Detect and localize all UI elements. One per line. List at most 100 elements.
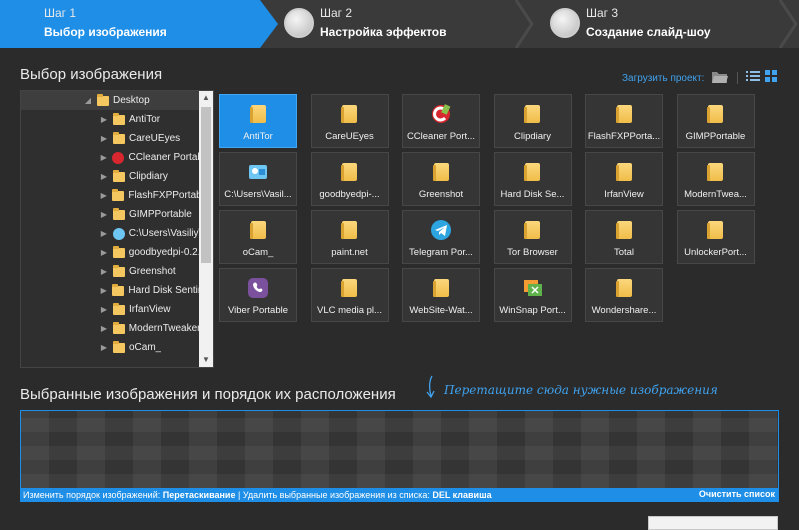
thumbnail-tile[interactable]: Total (585, 210, 663, 264)
expand-arrow-icon[interactable]: ▶ (99, 305, 109, 314)
tile-icon-wrap (337, 160, 363, 184)
expand-arrow-icon[interactable]: ▶ (99, 191, 108, 200)
tree-item-label: GIMPPortable (129, 209, 192, 220)
thumbnail-tile[interactable]: Clipdiary (493, 94, 572, 148)
folder-icon (524, 105, 540, 123)
folder-icon (112, 188, 125, 201)
tree-item[interactable]: ▶ goodbyedpi-0.2. (21, 243, 199, 262)
thumbnail-tile[interactable]: WinSnap Port... (493, 268, 572, 322)
expand-arrow-icon[interactable]: ▶ (99, 248, 109, 257)
folder-icon (707, 221, 723, 239)
folder-icon (112, 245, 125, 258)
folder-icon (615, 105, 632, 123)
thumbnail-tile[interactable]: Hard Disk Se... (493, 152, 572, 206)
tile-label: Wondershare... (591, 305, 657, 316)
folder-tree[interactable]: ◢ Desktop ▶ AntiTor ▶ CareUEyes ▶ CCleaner Po… (20, 90, 214, 368)
tree-item[interactable]: ▶ CareUEyes (21, 129, 199, 148)
tree-item[interactable]: ▶ GIMPPortable (21, 205, 199, 224)
thumbnail-tile[interactable]: ModernTwea... (676, 152, 755, 206)
thumbnail-tile[interactable]: Tor Browser (493, 210, 572, 264)
load-project-link[interactable]: Загрузить проект: (622, 73, 704, 84)
step-2-circle-icon (284, 8, 314, 38)
expand-arrow-icon[interactable]: ▶ (99, 343, 109, 352)
tree-item-label: AntiTor (129, 114, 161, 125)
step-2[interactable]: Шаг 2 Настройка эффектов (262, 0, 542, 48)
step-3[interactable]: Шаг 3 Создание слайд-шоу (528, 0, 799, 48)
tree-item[interactable]: ▶ Greenshot (21, 262, 199, 281)
tree-item[interactable]: ▶ CCleaner Portab (21, 148, 199, 167)
expand-arrow-icon[interactable]: ▶ (99, 115, 109, 124)
tree-item[interactable]: ▶ FlashFXPPortabl (21, 186, 199, 205)
tree-item[interactable]: ▶ Clipdiary (21, 167, 199, 186)
tile-label: goodbyedpi-... (319, 189, 380, 200)
thumbnail-tile[interactable]: C:\Users\Vasil... (219, 152, 297, 206)
thumbnail-tile[interactable]: oCam_ (219, 210, 297, 264)
thumbnail-tile[interactable]: Telegram Por... (402, 210, 480, 264)
tree-item[interactable]: ▶ oCam_ (21, 338, 199, 357)
winsnap-icon (523, 280, 542, 296)
tile-icon-wrap (703, 102, 729, 126)
delete-label: Удалить выбранные изображения из списка: (242, 490, 430, 500)
expand-arrow-icon[interactable]: ▶ (99, 229, 109, 238)
open-folder-icon[interactable] (711, 70, 729, 84)
thumbnail-tile[interactable]: CCleaner Port... (402, 94, 480, 148)
next-button[interactable] (648, 516, 778, 530)
tree-item[interactable]: ▶ C:\Users\Vasiliy\ (21, 224, 199, 243)
thumbnail-tile[interactable]: AntiTor (219, 94, 297, 148)
scroll-down-icon[interactable]: ▼ (199, 353, 213, 367)
folder-icon (524, 221, 540, 239)
thumbnail-tile[interactable]: WebSite-Wat... (402, 268, 480, 322)
tree-vertical-scrollbar[interactable]: ▲ ▼ (199, 91, 213, 367)
grid-view-icon[interactable] (765, 70, 777, 82)
tile-icon-wrap (245, 276, 271, 300)
thumbnail-tile[interactable]: CareUEyes (310, 94, 389, 148)
thumbnail-tile[interactable]: Greenshot (402, 152, 480, 206)
tile-label: C:\Users\Vasil... (224, 189, 292, 200)
thumbnail-tile[interactable]: GIMPPortable (676, 94, 755, 148)
collapse-arrow-icon[interactable]: ◢ (83, 96, 93, 105)
thumbnail-tile[interactable]: goodbyedpi-... (310, 152, 389, 206)
expand-arrow-icon[interactable]: ▶ (99, 172, 109, 181)
expand-arrow-icon[interactable]: ▶ (99, 210, 109, 219)
tree-item[interactable]: ▶ IrfanView (21, 300, 199, 319)
tree-item-desktop[interactable]: ◢ Desktop (21, 91, 199, 110)
tree-item-label: Greenshot (129, 266, 176, 277)
scrollbar-thumb[interactable] (201, 107, 211, 263)
expand-arrow-icon[interactable]: ▶ (99, 153, 108, 162)
expand-arrow-icon[interactable]: ▶ (99, 134, 109, 143)
thumbnail-tile[interactable]: Wondershare... (585, 268, 663, 322)
expand-arrow-icon[interactable]: ▶ (99, 267, 109, 276)
tile-label: IrfanView (604, 189, 644, 200)
tile-label: Clipdiary (514, 131, 551, 142)
telegram-icon (431, 220, 451, 240)
step-1[interactable]: Шаг 1 Выбор изображения (0, 0, 278, 48)
tree-item-label: Desktop (113, 95, 150, 106)
thumbnail-tile[interactable]: IrfanView (585, 152, 663, 206)
tile-label: Tor Browser (507, 247, 558, 258)
thumbnail-tile[interactable]: VLC media pl... (310, 268, 389, 322)
status-bar: Изменить порядок изображений: Перетаскив… (20, 488, 779, 502)
scroll-up-icon[interactable]: ▲ (199, 91, 213, 105)
tile-label: Hard Disk Se... (500, 189, 565, 200)
ccleaner-icon (112, 151, 125, 164)
expand-arrow-icon[interactable]: ▶ (99, 324, 109, 333)
expand-arrow-icon[interactable]: ▶ (99, 286, 108, 295)
tile-label: GIMPPortable (685, 131, 746, 142)
tree-item[interactable]: ▶ AntiTor (21, 110, 199, 129)
tile-label: Greenshot (418, 189, 464, 200)
thumbnail-tile[interactable]: UnlockerPort... (676, 210, 755, 264)
list-view-icon[interactable] (746, 70, 760, 82)
thumbnail-tile[interactable]: paint.net (310, 210, 389, 264)
tree-item[interactable]: ▶ Hard Disk Sentin (21, 281, 199, 300)
selected-images-drop-zone[interactable] (20, 410, 779, 488)
thumbnail-tile[interactable]: FlashFXPPorta... (585, 94, 663, 148)
tree-item[interactable]: ▶ ModernTweaker (21, 319, 199, 338)
tile-label: CareUEyes (325, 131, 374, 142)
folder-icon (113, 169, 125, 182)
status-separator: | (235, 490, 243, 500)
thumbnail-tile[interactable]: Viber Portable (219, 268, 297, 322)
step-1-title: Выбор изображения (44, 25, 167, 39)
clear-list-button[interactable]: Очистить список (699, 489, 775, 499)
drag-hint: Перетащите сюда нужные изображения (444, 383, 718, 397)
down-arrow-icon (426, 375, 435, 399)
